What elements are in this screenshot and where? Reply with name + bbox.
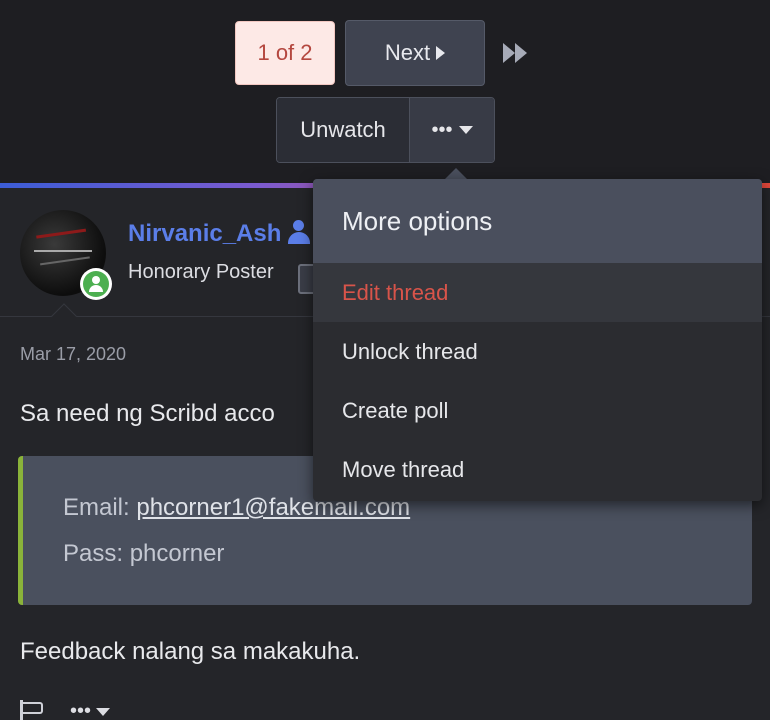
next-page-button[interactable]: Next [345, 20, 485, 86]
chevron-right-icon [436, 46, 446, 60]
more-options-button[interactable]: ••• [410, 98, 494, 162]
post-text: Sa need ng Scribd acco [20, 400, 275, 427]
ellipsis-icon: ••• [70, 700, 92, 720]
avatar[interactable] [20, 210, 112, 300]
avatar-pointer [51, 303, 77, 329]
unwatch-button[interactable]: Unwatch [277, 98, 410, 162]
last-page-icon[interactable] [503, 43, 527, 63]
caret-down-icon [458, 126, 473, 134]
menu-item-edit-thread[interactable]: Edit thread [313, 263, 762, 322]
page-indicator[interactable]: 1 of 2 [235, 21, 335, 85]
username-link[interactable]: Nirvanic_Ash [128, 220, 281, 248]
thread-actions: Unwatch ••• [276, 97, 495, 163]
user-title: Honorary Poster [128, 261, 274, 283]
online-user-icon [80, 268, 112, 300]
caret-down-icon [96, 707, 111, 716]
next-page-label: Next [384, 40, 431, 65]
ellipsis-icon: ••• [431, 118, 453, 141]
pagination: 1 of 2 Next [235, 20, 527, 86]
menu-item-unlock-thread[interactable]: Unlock thread [313, 322, 762, 381]
menu-item-create-poll[interactable]: Create poll [313, 381, 762, 440]
post-date[interactable]: Mar 17, 2020 [20, 344, 126, 365]
post-feedback-text: Feedback nalang sa makakuha. [20, 638, 361, 665]
email-label: Email: [63, 494, 137, 521]
post-more-button[interactable]: ••• [70, 700, 111, 720]
user-icon [288, 220, 314, 246]
more-options-menu: More options Edit thread Unlock thread C… [313, 179, 762, 501]
menu-item-move-thread[interactable]: Move thread [313, 440, 762, 499]
quote-pass-line: Pass: phcorner [63, 540, 225, 567]
flag-icon[interactable] [20, 700, 46, 720]
menu-header: More options [313, 179, 762, 263]
